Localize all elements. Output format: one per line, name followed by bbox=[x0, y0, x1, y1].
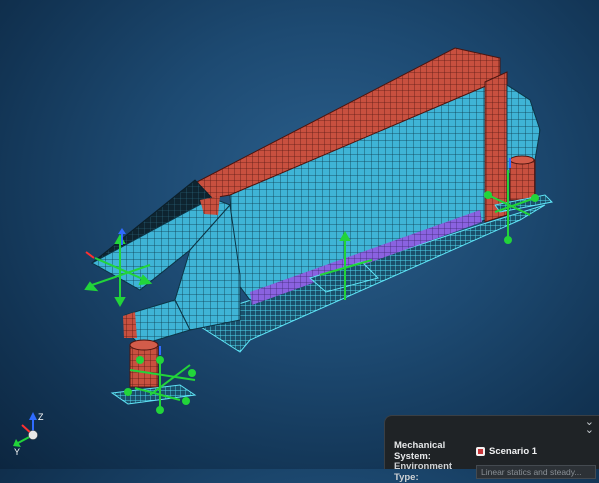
mechanical-system-row: Mechanical System: Scenario 1 bbox=[394, 440, 537, 462]
scenario-icon bbox=[476, 446, 485, 456]
environment-type-select[interactable]: Linear statics and steady... bbox=[476, 465, 596, 479]
axis-z-label: Z bbox=[38, 412, 44, 422]
model-viewport[interactable]: Z Y bbox=[0, 0, 599, 469]
scenario-panel: ⌄ ⌄ Mechanical System: Scenario 1 Environ… bbox=[384, 415, 599, 483]
mechanical-system-value: Scenario 1 bbox=[489, 445, 538, 457]
mechanical-system-label: Mechanical System: bbox=[394, 440, 446, 462]
axis-y-label: Y bbox=[14, 447, 20, 457]
support-column-left[interactable] bbox=[110, 339, 197, 405]
environment-type-label: Environment Type: bbox=[394, 461, 453, 483]
environment-type-row: Environment Type: Linear statics and ste… bbox=[394, 461, 596, 483]
mechanical-system-selector[interactable]: Scenario 1 bbox=[476, 446, 537, 457]
chevron-double-down-icon[interactable]: ⌄ ⌄ bbox=[585, 417, 594, 436]
axis-triad[interactable]: Z Y bbox=[13, 412, 44, 457]
